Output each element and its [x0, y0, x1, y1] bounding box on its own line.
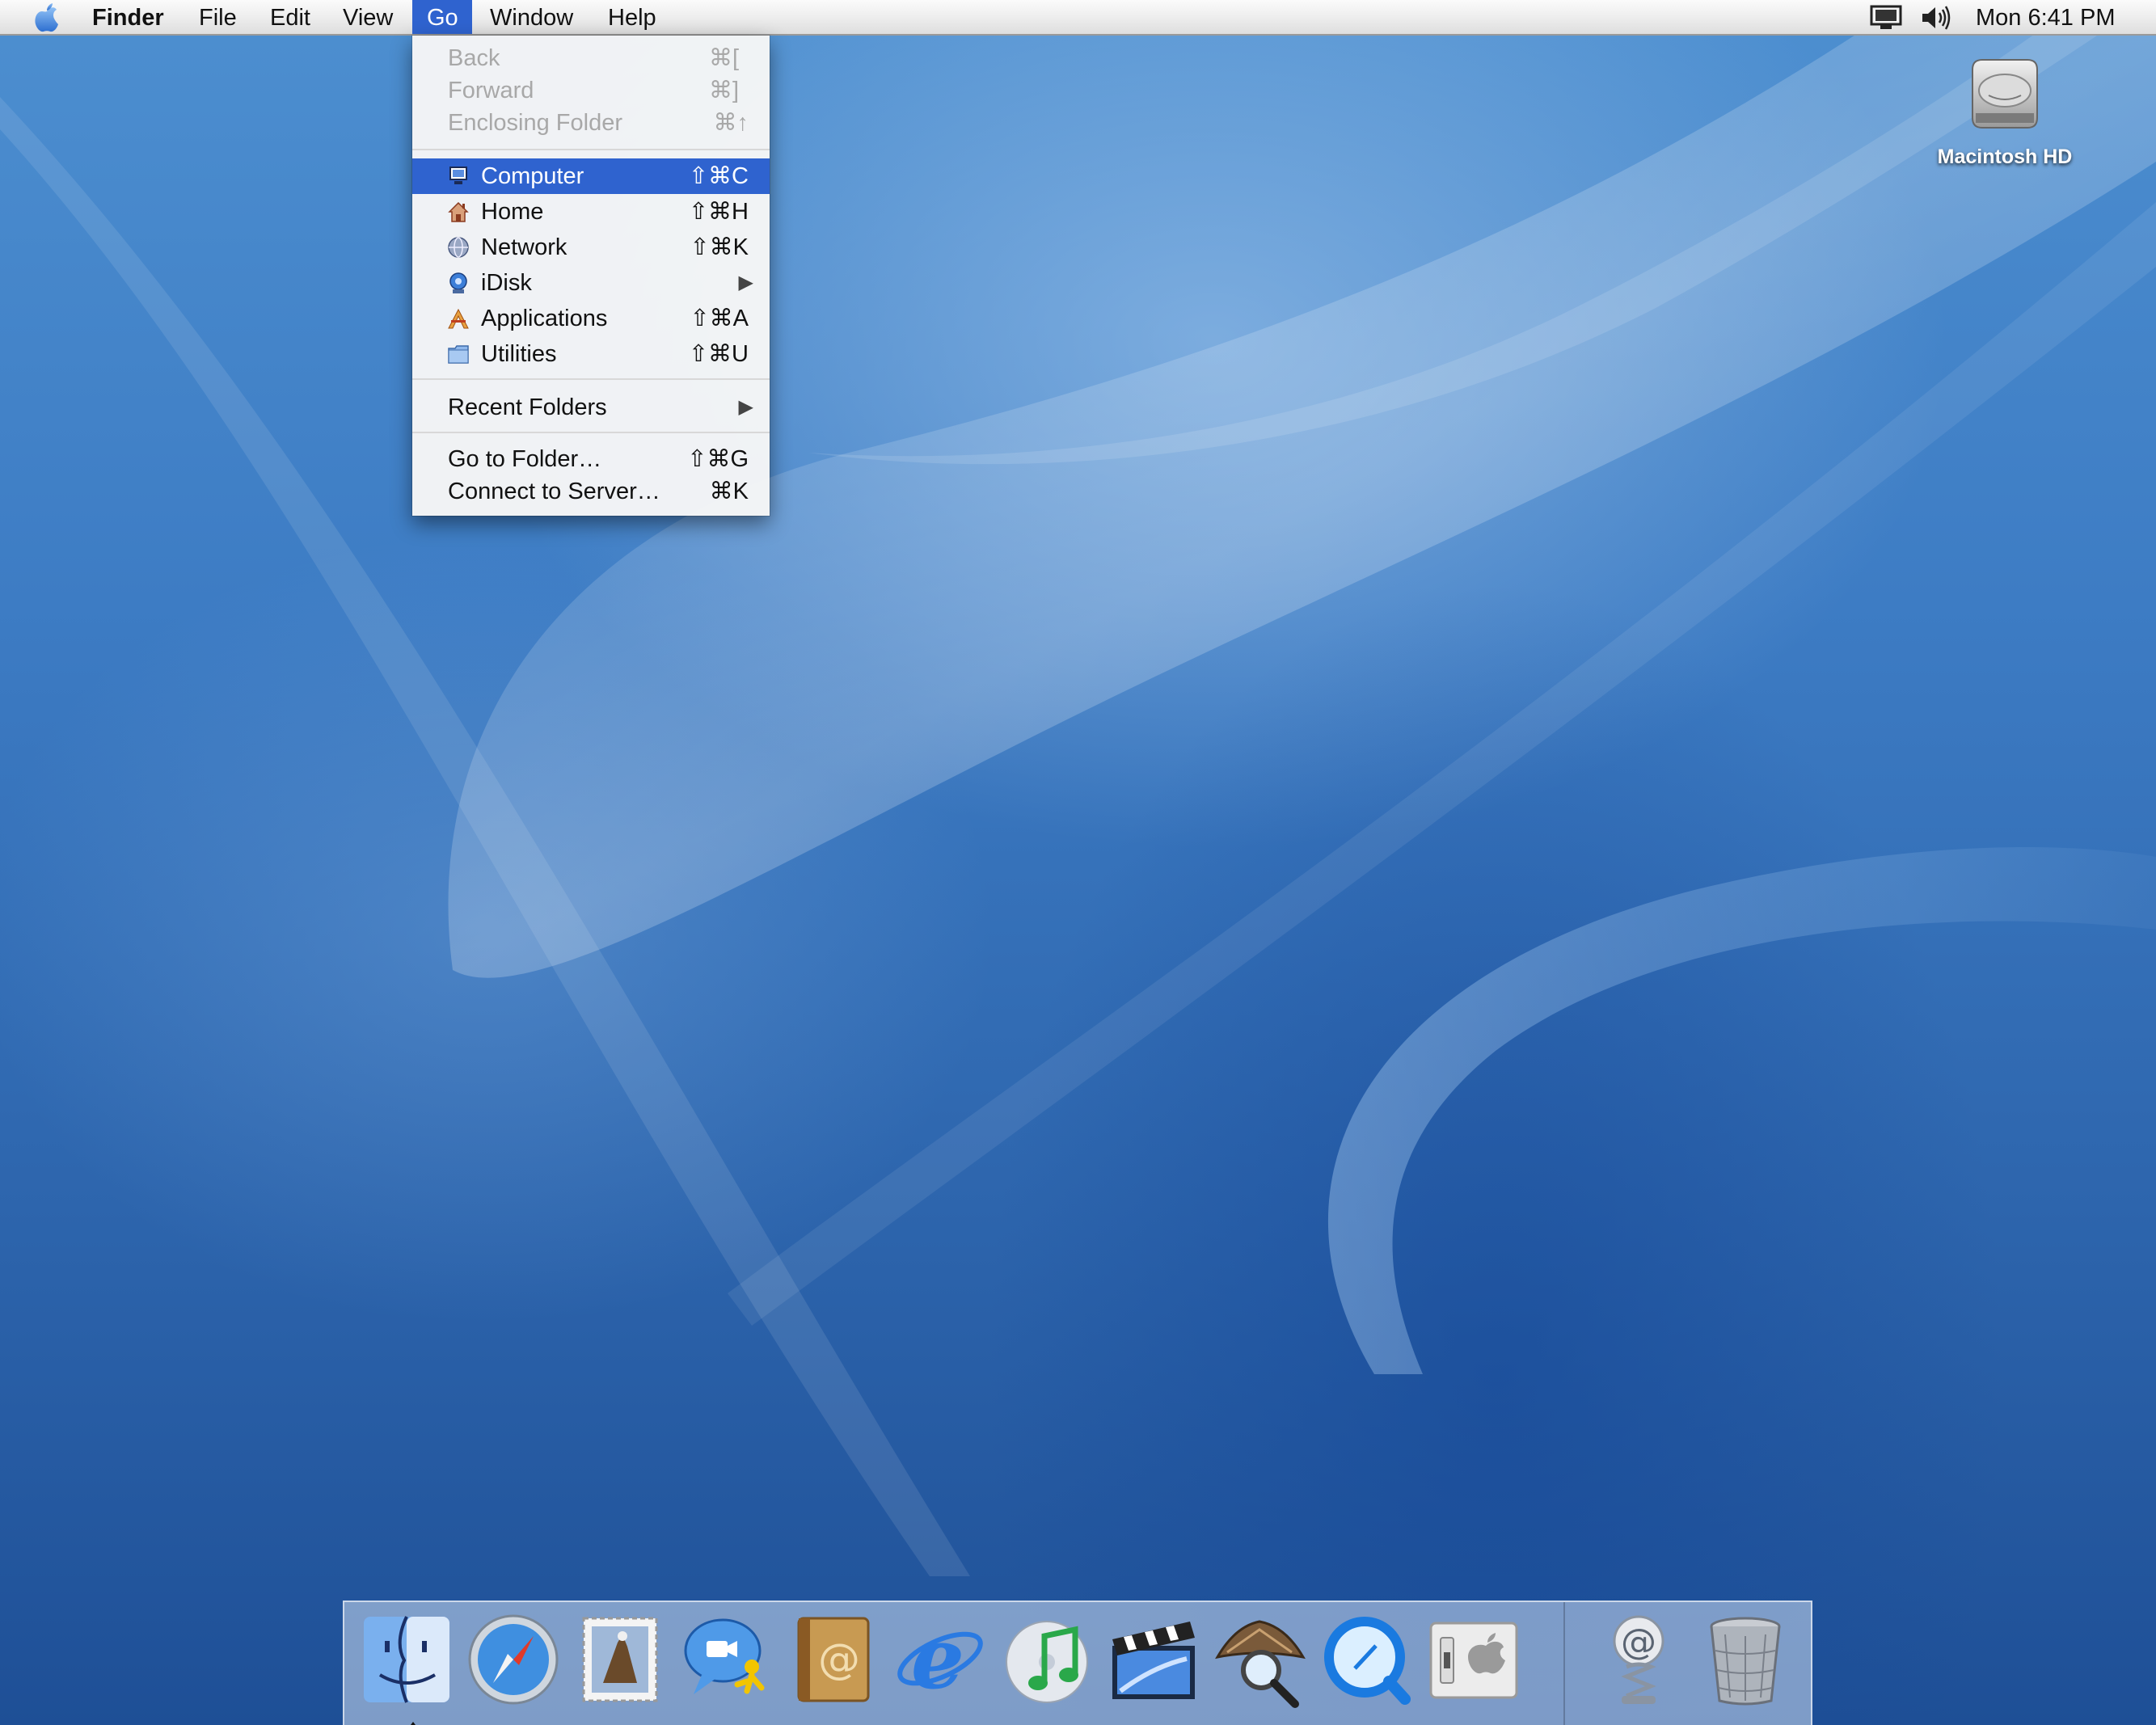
menu-view[interactable]: View [328, 0, 407, 34]
applications-icon [448, 308, 469, 329]
menu-item-back: Back ⌘[ [448, 45, 739, 71]
go-menu-dropdown: Back ⌘[ Forward ⌘] Enclosing Folder ⌘↑ C… [412, 36, 770, 516]
home-icon [448, 201, 469, 222]
imovie-icon[interactable] [1104, 1610, 1203, 1709]
safari-icon[interactable] [464, 1610, 563, 1709]
hard-drive-label[interactable]: Macintosh HD [1908, 146, 2102, 169]
svg-text:@: @ [1621, 1622, 1656, 1663]
menu-help[interactable]: Help [593, 0, 671, 34]
svg-text:@: @ [818, 1635, 860, 1684]
sherlock-icon[interactable] [1211, 1610, 1310, 1709]
menu-item-idisk[interactable]: iDisk ▶ [412, 265, 770, 301]
finder-icon[interactable] [357, 1610, 456, 1725]
menu-separator [412, 432, 770, 433]
display-icon[interactable] [1869, 5, 1903, 31]
trash-icon[interactable] [1696, 1610, 1795, 1709]
itunes-icon[interactable] [998, 1610, 1096, 1709]
address-book-icon[interactable]: @ [784, 1610, 883, 1709]
mail-icon[interactable] [571, 1610, 669, 1709]
menu-window[interactable]: Window [475, 0, 588, 34]
quicktime-icon[interactable] [1318, 1610, 1416, 1709]
network-icon [448, 237, 469, 258]
menu-item-forward: Forward ⌘] [448, 78, 739, 103]
internet-explorer-icon[interactable]: e [891, 1609, 989, 1709]
menubar-clock[interactable]: Mon 6:41 PM [1976, 0, 2115, 36]
menu-item-home[interactable]: Home ⇧⌘H [412, 194, 770, 230]
system-preferences-icon[interactable] [1424, 1610, 1523, 1709]
mail-at-icon[interactable]: @ [1589, 1610, 1688, 1709]
submenu-arrow-icon: ▶ [738, 272, 753, 293]
menu-item-utilities[interactable]: Utilities ⇧⌘U [412, 336, 770, 372]
menu-item-go-to-folder[interactable]: Go to Folder… ⇧⌘G [412, 441, 770, 477]
menu-item-enclosing-folder: Enclosing Folder ⌘↑ [448, 110, 749, 136]
submenu-arrow-icon: ▶ [738, 396, 753, 418]
running-indicator [406, 1722, 420, 1725]
desktop-wallpaper-swooshes [0, 32, 2156, 1576]
dock: @ e @ [343, 1601, 1812, 1725]
menu-item-network[interactable]: Network ⇧⌘K [412, 230, 770, 265]
menu-item-applications[interactable]: Applications ⇧⌘A [412, 301, 770, 336]
hard-drive-icon[interactable] [1964, 53, 2045, 137]
menu-separator [412, 378, 770, 380]
menu-item-computer[interactable]: Computer ⇧⌘C [412, 158, 770, 194]
menu-item-connect-to-server[interactable]: Connect to Server… ⌘K [412, 474, 770, 509]
svg-text:e: e [911, 1610, 964, 1708]
apple-icon [35, 3, 58, 32]
ichat-icon[interactable] [677, 1610, 776, 1709]
idisk-icon [449, 272, 467, 293]
computer-icon [449, 167, 467, 184]
menu-finder[interactable]: Finder [78, 0, 179, 34]
menu-separator [412, 149, 770, 150]
apple-menu[interactable] [21, 0, 73, 34]
desktop-background[interactable] [0, 0, 2156, 1725]
menu-edit[interactable]: Edit [255, 0, 325, 34]
menu-item-recent-folders[interactable]: Recent Folders ▶ [412, 390, 770, 425]
menu-go[interactable]: Go [412, 0, 472, 34]
menu-file[interactable]: File [184, 0, 251, 34]
utilities-folder-icon [448, 345, 469, 364]
volume-icon[interactable] [1919, 3, 1953, 32]
dock-divider [1563, 1602, 1565, 1725]
menu-bar: Finder File Edit View Go Window Help Mon… [0, 0, 2156, 36]
